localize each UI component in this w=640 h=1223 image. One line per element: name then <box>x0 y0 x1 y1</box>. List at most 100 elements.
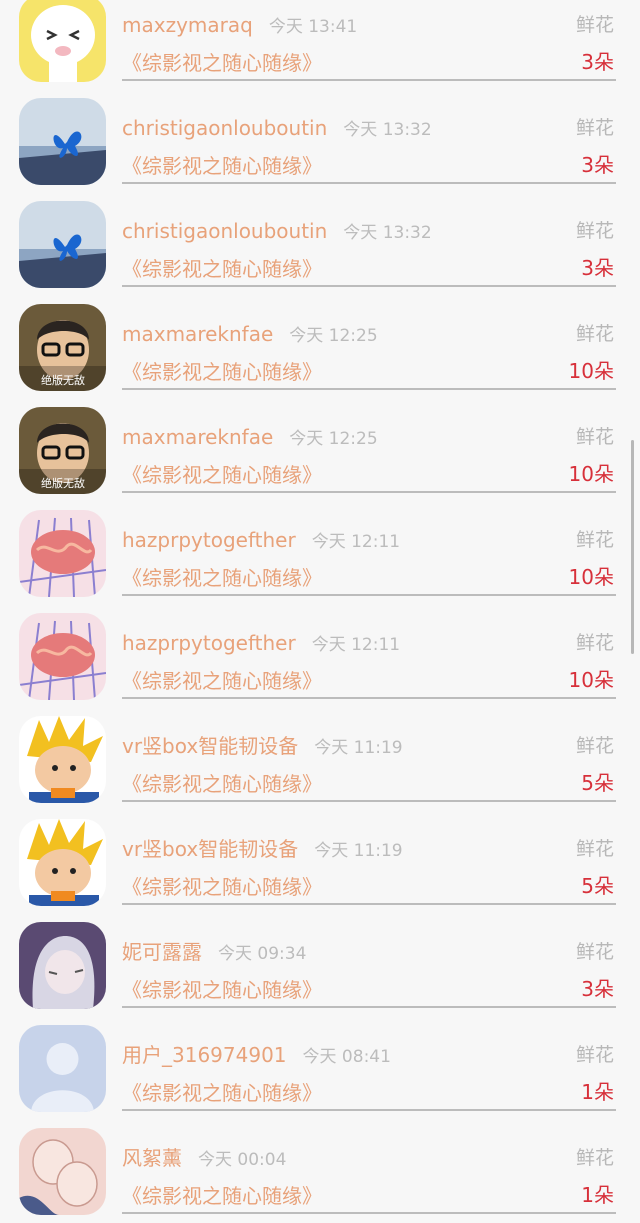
list-item[interactable]: vr竖box智能韧设备 今天 11:19 鲜花 《综影视之随心随缘》 5朵 <box>0 708 640 811</box>
gift-type-label: 鲜花 <box>575 941 614 963</box>
username-text[interactable]: hazprpytogefther <box>122 631 296 655</box>
list-item[interactable]: 妮可露露 今天 09:34 鲜花 《综影视之随心随缘》 3朵 <box>0 914 640 1017</box>
timestamp: 今天 11:19 <box>314 841 403 861</box>
gift-record-list: maxzymaraq 今天 13:41 鲜花 《综影视之随心随缘》 3朵 chri… <box>0 0 640 1223</box>
boy-glasses-avatar[interactable]: 绝版无敌 <box>19 304 106 391</box>
username[interactable]: maxmareknfae 今天 12:25 <box>122 322 378 348</box>
gift-type-label: 鲜花 <box>575 529 614 551</box>
divider <box>122 903 616 905</box>
cartoon-cat-avatar[interactable] <box>19 0 106 82</box>
username[interactable]: hazprpytogefther 今天 12:11 <box>122 631 400 657</box>
username[interactable]: maxmareknfae 今天 12:25 <box>122 425 378 451</box>
username-text[interactable]: 妮可露露 <box>122 940 202 964</box>
timestamp: 今天 12:11 <box>311 532 401 552</box>
work-title-link[interactable]: 《综影视之随心随缘》 <box>122 977 322 1003</box>
noodle-bowl-avatar[interactable] <box>19 613 106 700</box>
username-text[interactable]: christigaonlouboutin <box>122 116 327 140</box>
work-title-link[interactable]: 《综影视之随心随缘》 <box>122 771 322 797</box>
work-title-link[interactable]: 《综影视之随心随缘》 <box>122 1080 322 1106</box>
gift-type-label: 鲜花 <box>575 323 614 345</box>
timestamp: 今天 12:25 <box>289 326 378 346</box>
gift-type-label: 鲜花 <box>575 1147 614 1169</box>
gift-type-label: 鲜花 <box>575 735 614 757</box>
timestamp: 今天 13:41 <box>268 17 358 37</box>
list-item[interactable]: 绝版无敌 maxmareknfae 今天 12:25 鲜花 《综影视之随心随缘》 … <box>0 296 640 399</box>
timestamp: 今天 12:25 <box>289 429 378 449</box>
gift-count: 3朵 <box>581 153 614 177</box>
username-text[interactable]: maxzymaraq <box>122 13 253 37</box>
username[interactable]: vr竖box智能韧设备 今天 11:19 <box>122 837 403 863</box>
username-text[interactable]: vr竖box智能韧设备 <box>122 734 298 758</box>
list-item[interactable]: hazprpytogefther 今天 12:11 鲜花 《综影视之随心随缘》 1… <box>0 502 640 605</box>
work-title-link[interactable]: 《综影视之随心随缘》 <box>122 565 322 591</box>
svg-text:绝版无敌: 绝版无敌 <box>41 373 85 387</box>
username[interactable]: christigaonlouboutin 今天 13:32 <box>122 116 432 142</box>
work-title-link[interactable]: 《综影视之随心随缘》 <box>122 50 322 76</box>
username[interactable]: vr竖box智能韧设备 今天 11:19 <box>122 734 403 760</box>
username-text[interactable]: hazprpytogefther <box>122 528 296 552</box>
gift-count: 3朵 <box>581 977 614 1001</box>
divider <box>122 1006 616 1008</box>
divider <box>122 182 616 184</box>
username[interactable]: hazprpytogefther 今天 12:11 <box>122 528 400 554</box>
username[interactable]: christigaonlouboutin 今天 13:32 <box>122 219 432 245</box>
work-title-link[interactable]: 《综影视之随心随缘》 <box>122 874 322 900</box>
timestamp: 今天 09:34 <box>218 944 307 964</box>
username-text[interactable]: christigaonlouboutin <box>122 219 327 243</box>
gift-count: 5朵 <box>581 874 614 898</box>
list-item[interactable]: christigaonlouboutin 今天 13:32 鲜花 《综影视之随心随… <box>0 193 640 296</box>
username-text[interactable]: maxmareknfae <box>122 322 273 346</box>
username-text[interactable]: 用户_316974901 <box>122 1043 287 1067</box>
work-title-link[interactable]: 《综影视之随心随缘》 <box>122 153 322 179</box>
blue-butterfly-avatar[interactable] <box>19 201 106 288</box>
list-item[interactable]: vr竖box智能韧设备 今天 11:19 鲜花 《综影视之随心随缘》 5朵 <box>0 811 640 914</box>
svg-text:绝版无敌: 绝版无敌 <box>41 476 85 490</box>
gift-type-label: 鲜花 <box>575 14 614 36</box>
list-item[interactable]: hazprpytogefther 今天 12:11 鲜花 《综影视之随心随缘》 1… <box>0 605 640 708</box>
list-item[interactable]: 风絮薰 今天 00:04 鲜花 《综影视之随心随缘》 1朵 <box>0 1120 640 1223</box>
divider <box>122 388 616 390</box>
username[interactable]: 用户_316974901 今天 08:41 <box>122 1043 391 1069</box>
gift-type-label: 鲜花 <box>575 426 614 448</box>
divider <box>122 594 616 596</box>
gift-count: 3朵 <box>581 50 614 74</box>
gift-type-label: 鲜花 <box>575 632 614 654</box>
timestamp: 今天 13:32 <box>343 120 432 140</box>
username[interactable]: 妮可露露 今天 09:34 <box>122 940 306 966</box>
username-text[interactable]: vr竖box智能韧设备 <box>122 837 298 861</box>
gift-count: 10朵 <box>568 462 614 486</box>
anime-girl-avatar[interactable] <box>19 922 106 1009</box>
work-title-link[interactable]: 《综影视之随心随缘》 <box>122 462 322 488</box>
work-title-link[interactable]: 《综影视之随心随缘》 <box>122 359 322 385</box>
gift-type-label: 鲜花 <box>575 838 614 860</box>
boy-glasses-avatar[interactable]: 绝版无敌 <box>19 407 106 494</box>
work-title-link[interactable]: 《综影视之随心随缘》 <box>122 668 322 694</box>
username[interactable]: maxzymaraq 今天 13:41 <box>122 13 357 39</box>
divider <box>122 697 616 699</box>
work-title-link[interactable]: 《综影视之随心随缘》 <box>122 1183 322 1209</box>
timestamp: 今天 00:04 <box>198 1150 287 1170</box>
default-user-avatar[interactable] <box>19 1025 106 1112</box>
work-title-link[interactable]: 《综影视之随心随缘》 <box>122 256 322 282</box>
username-text[interactable]: maxmareknfae <box>122 425 273 449</box>
gift-count: 3朵 <box>581 256 614 280</box>
list-item[interactable]: 绝版无敌 maxmareknfae 今天 12:25 鲜花 《综影视之随心随缘》 … <box>0 399 640 502</box>
divider <box>122 1212 616 1214</box>
timestamp: 今天 08:41 <box>302 1047 391 1067</box>
gift-count: 10朵 <box>568 565 614 589</box>
gift-type-label: 鲜花 <box>575 220 614 242</box>
scrollbar[interactable] <box>631 440 634 654</box>
gift-type-label: 鲜花 <box>575 117 614 139</box>
noodle-bowl-avatar[interactable] <box>19 510 106 597</box>
username[interactable]: 风絮薰 今天 00:04 <box>122 1146 286 1172</box>
username-text[interactable]: 风絮薰 <box>122 1146 182 1170</box>
cartoon-goku-avatar[interactable] <box>19 716 106 803</box>
list-item[interactable]: maxzymaraq 今天 13:41 鲜花 《综影视之随心随缘》 3朵 <box>0 0 640 90</box>
list-item[interactable]: christigaonlouboutin 今天 13:32 鲜花 《综影视之随心随… <box>0 90 640 193</box>
timestamp: 今天 11:19 <box>314 738 403 758</box>
list-item[interactable]: 用户_316974901 今天 08:41 鲜花 《综影视之随心随缘》 1朵 <box>0 1017 640 1120</box>
gift-count: 1朵 <box>581 1183 614 1207</box>
blue-butterfly-avatar[interactable] <box>19 98 106 185</box>
cartoon-goku-avatar[interactable] <box>19 819 106 906</box>
sketch-couple-avatar[interactable] <box>19 1128 106 1215</box>
